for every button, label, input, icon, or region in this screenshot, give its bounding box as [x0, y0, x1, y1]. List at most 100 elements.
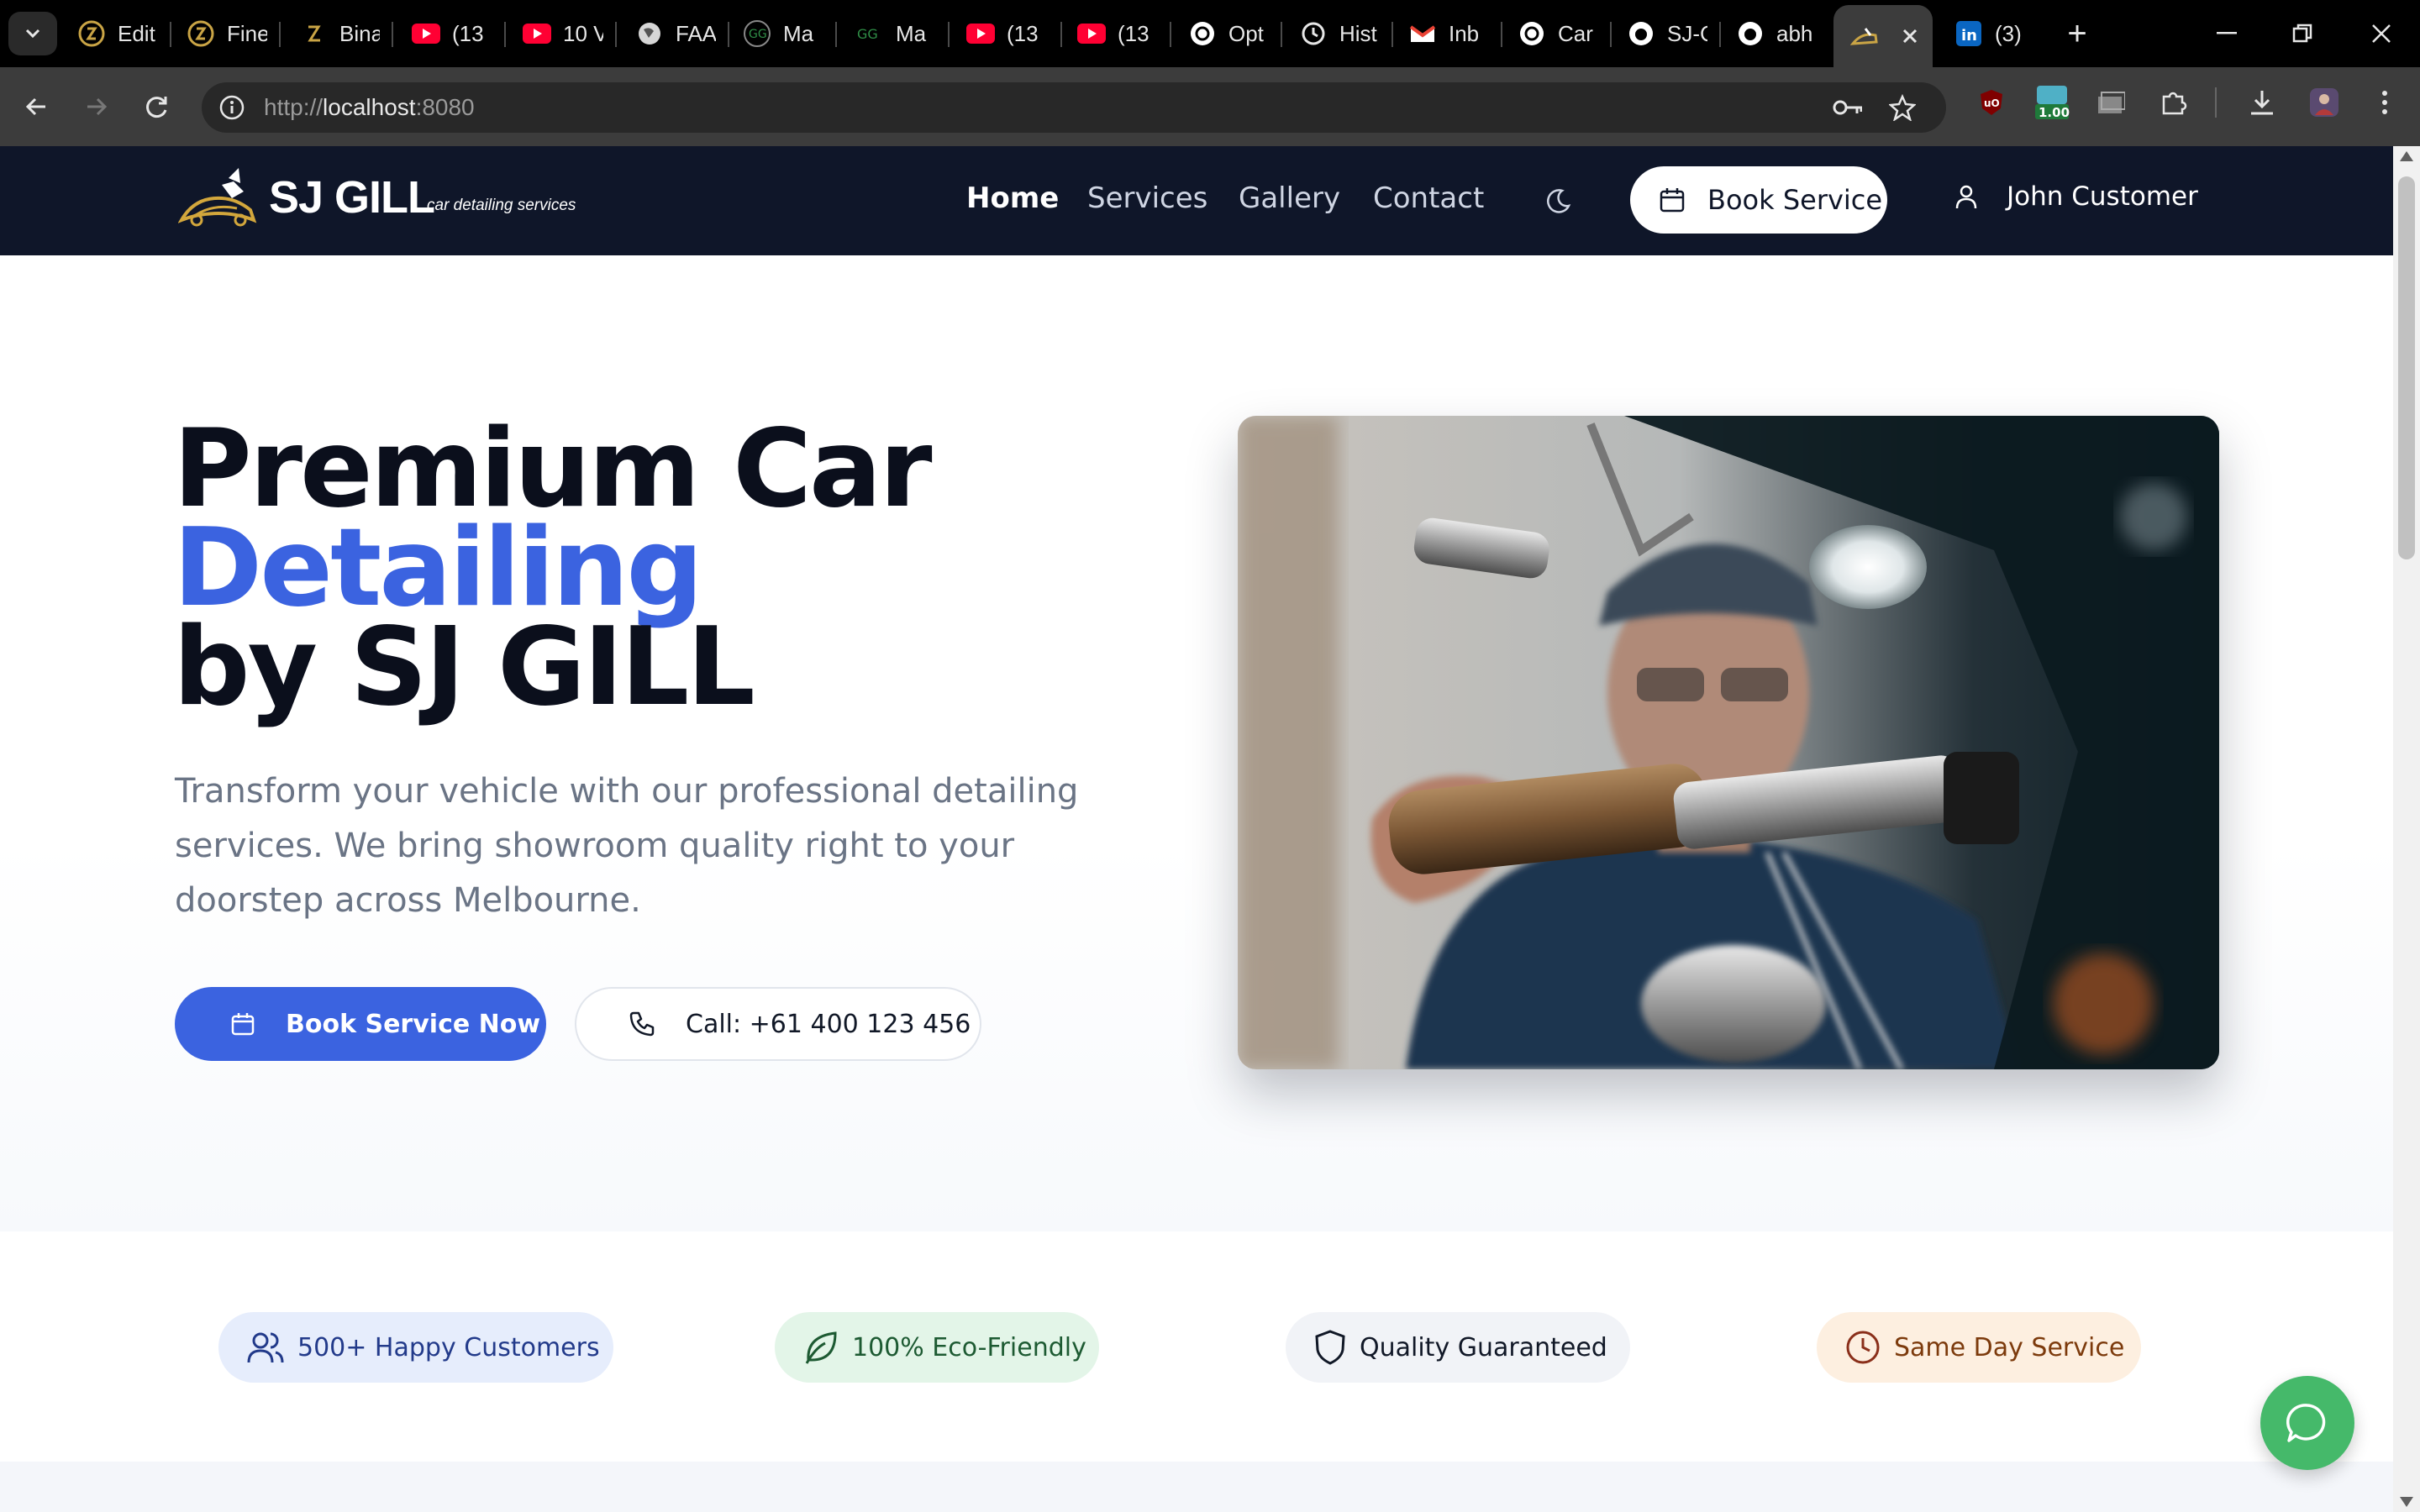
- youtube-icon: [966, 19, 995, 48]
- geeks-icon: GG: [855, 19, 884, 48]
- github-icon: [1736, 19, 1765, 48]
- linkedin-icon: in: [1954, 19, 1983, 48]
- next-section: [0, 1462, 2393, 1512]
- user-menu[interactable]: John Customer: [1954, 181, 2198, 212]
- geeks-icon: GG: [743, 19, 771, 48]
- password-key-icon[interactable]: [1832, 92, 1862, 123]
- sj-gill-logo[interactable]: [178, 161, 259, 230]
- nav-contact[interactable]: Contact: [1373, 181, 1484, 215]
- scroll-up-arrow[interactable]: [2400, 151, 2413, 161]
- chat-bubble-icon: [2286, 1404, 2326, 1442]
- youtube-icon: [523, 19, 551, 48]
- browser-tab[interactable]: 10 V: [523, 12, 603, 55]
- browser-tab[interactable]: Edit: [77, 12, 158, 55]
- svg-text:1.00: 1.00: [2039, 105, 2070, 120]
- bookmark-star-icon[interactable]: [1887, 92, 1918, 123]
- badge-same-day-service: Same Day Service: [1817, 1312, 2141, 1383]
- tab-search-button[interactable]: [8, 12, 57, 55]
- browser-tab[interactable]: Inb: [1408, 12, 1489, 55]
- app-icon: [77, 19, 106, 48]
- nav-services[interactable]: Services: [1087, 181, 1207, 215]
- browser-tab[interactable]: (13: [1077, 12, 1158, 55]
- github-icon: [1627, 19, 1655, 48]
- profile-avatar[interactable]: [2307, 86, 2341, 119]
- browser-tab[interactable]: Fine: [187, 12, 267, 55]
- back-button[interactable]: [15, 86, 57, 128]
- badge-happy-customers: 500+ Happy Customers: [218, 1312, 613, 1383]
- extensions-puzzle-icon[interactable]: [2156, 86, 2190, 119]
- call-button[interactable]: Call: +61 400 123 456: [575, 987, 981, 1061]
- phone-icon: [629, 1011, 655, 1037]
- brand-name[interactable]: SJ GILL: [269, 171, 435, 223]
- speed-extension-icon[interactable]: 1.00: [2033, 86, 2070, 120]
- restore-button[interactable]: [2269, 10, 2336, 57]
- browser-tab[interactable]: SJ-C: [1627, 12, 1707, 55]
- moon-icon: [1547, 189, 1571, 213]
- scroll-down-arrow[interactable]: [2400, 1497, 2413, 1507]
- user-name: John Customer: [2007, 181, 2198, 212]
- close-icon: [2372, 24, 2391, 43]
- openai-icon: [1188, 19, 1217, 48]
- nav-gallery[interactable]: Gallery: [1239, 181, 1340, 215]
- theme-toggle-button[interactable]: [1539, 183, 1576, 220]
- hero-image: [1238, 416, 2219, 1069]
- app-icon: [299, 19, 328, 48]
- forward-button[interactable]: [76, 86, 118, 128]
- browser-tab[interactable]: Opt: [1188, 12, 1269, 55]
- reload-button[interactable]: [136, 86, 178, 128]
- address-bar[interactable]: http://localhost:8080: [202, 82, 1946, 133]
- hero-title: Premium Car Detailing by SJ GILL: [173, 407, 932, 730]
- browser-tab[interactable]: GG Ma: [743, 12, 823, 55]
- svg-text:GG: GG: [749, 28, 767, 41]
- restore-icon: [2292, 24, 2312, 43]
- arrow-right-icon: [87, 97, 108, 116]
- shield-icon: [1315, 1330, 1345, 1365]
- browser-tab[interactable]: (13: [412, 12, 492, 55]
- gmail-icon: [1408, 19, 1437, 48]
- calendar-icon: [1660, 188, 1685, 213]
- hero-section: Premium Car Detailing by SJ GILL Transfo…: [0, 255, 2393, 1231]
- hero-subtitle: Transform your vehicle with our professi…: [175, 772, 1079, 920]
- chevron-down-icon: [25, 29, 40, 39]
- minimize-icon: [2217, 32, 2237, 34]
- nav-home[interactable]: Home: [966, 181, 1059, 215]
- scroll-thumb[interactable]: [2398, 176, 2415, 559]
- browser-tab[interactable]: GG Ma: [855, 12, 936, 55]
- openai-icon: [1518, 19, 1546, 48]
- browser-tab[interactable]: abh: [1736, 12, 1817, 55]
- tab-extension-icon[interactable]: [2094, 86, 2128, 119]
- leaf-icon: [805, 1331, 837, 1364]
- browser-tab[interactable]: Hist: [1299, 12, 1380, 55]
- history-icon: [1299, 19, 1328, 48]
- site-header: SJ GILL car detailing services Home Serv…: [0, 146, 2420, 255]
- app-icon: [187, 19, 215, 48]
- book-service-button[interactable]: Book Service: [1630, 166, 1887, 234]
- close-tab-icon[interactable]: [1901, 27, 1919, 45]
- chrome-menu-icon[interactable]: [2368, 86, 2402, 119]
- sj-gill-logo-icon: [1850, 22, 1879, 50]
- url-text: http://localhost:8080: [264, 94, 475, 120]
- browser-tab-strip: Edit Fine Bina (13 10 V FAA GG Ma GG Ma …: [0, 0, 2420, 67]
- new-tab-button[interactable]: +: [2059, 15, 2096, 52]
- youtube-icon: [1077, 19, 1106, 48]
- calendar-icon: [231, 1013, 255, 1036]
- browser-tab[interactable]: (13: [966, 12, 1047, 55]
- page-scrollbar[interactable]: [2393, 146, 2420, 1512]
- ublock-extension-icon[interactable]: uO: [1975, 86, 2008, 119]
- brand-tagline: car detailing services: [427, 197, 576, 214]
- site-info-icon[interactable]: [217, 92, 247, 123]
- browser-tab-active[interactable]: [1833, 5, 1933, 67]
- book-service-now-button[interactable]: Book Service Now: [175, 987, 546, 1061]
- browser-tab[interactable]: in (3): [1954, 12, 2039, 55]
- browser-tab[interactable]: FAA: [635, 12, 716, 55]
- close-window-button[interactable]: [2348, 10, 2415, 57]
- feature-badges: 500+ Happy Customers 100% Eco-Friendly Q…: [0, 1231, 2393, 1462]
- reload-icon: [146, 97, 167, 118]
- user-icon: [1955, 185, 1977, 209]
- browser-tab[interactable]: Bina: [299, 12, 380, 55]
- youtube-icon: [412, 19, 440, 48]
- browser-tab[interactable]: Car: [1518, 12, 1598, 55]
- minimize-button[interactable]: [2193, 10, 2260, 57]
- chat-button[interactable]: [2260, 1376, 2354, 1470]
- download-icon[interactable]: [2245, 86, 2279, 119]
